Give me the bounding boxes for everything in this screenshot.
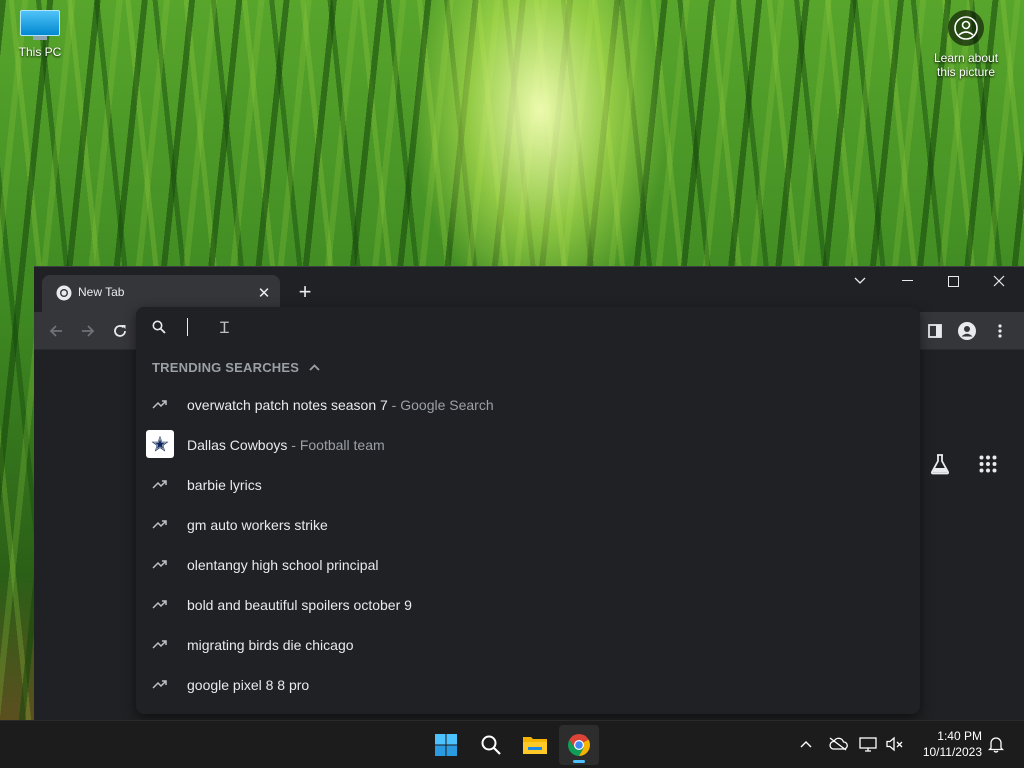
trending-icon — [146, 390, 174, 418]
chrome-menu-button[interactable] — [987, 318, 1013, 344]
trending-icon — [146, 550, 174, 578]
taskbar-search-button[interactable] — [471, 725, 511, 765]
taskbar: 1:40 PM 10/11/2023 — [0, 720, 1024, 768]
this-pc-desktop-icon[interactable]: This PC — [10, 10, 70, 59]
google-apps-button[interactable] — [974, 450, 1002, 478]
maximize-button[interactable] — [930, 267, 976, 295]
profile-avatar-icon — [958, 322, 976, 340]
suggestion-text: google pixel 8 8 pro — [187, 677, 310, 693]
profile-button[interactable] — [954, 318, 980, 344]
bell-icon — [988, 737, 1004, 753]
network-icon — [859, 737, 877, 752]
chrome-favicon-icon — [56, 285, 72, 301]
volume-muted-icon — [886, 736, 903, 752]
suggestion-text: Dallas Cowboys — [187, 437, 288, 453]
clock-time: 1:40 PM — [937, 729, 982, 743]
suggestion-text: olentangy high school principal — [187, 557, 379, 573]
arrow-right-icon — [82, 325, 95, 337]
suggestion-text: gm auto workers strike — [187, 517, 328, 533]
windows-logo-icon — [435, 734, 457, 756]
apps-grid-icon — [979, 455, 997, 473]
back-button[interactable] — [43, 318, 69, 344]
onedrive-button[interactable] — [827, 733, 849, 755]
side-panel-button[interactable] — [922, 318, 948, 344]
trending-icon — [146, 590, 174, 618]
tab-strip: New Tab ✕ + — [34, 267, 1024, 312]
omnibox-dropdown: Ɪ TRENDING SEARCHES overwatch patch note… — [136, 307, 920, 714]
clock[interactable]: 1:40 PM 10/11/2023 — [912, 728, 982, 760]
network-button[interactable] — [858, 733, 880, 755]
monitor-icon — [20, 10, 60, 40]
minimize-icon — [901, 280, 913, 281]
volume-button[interactable] — [884, 733, 906, 755]
close-window-button[interactable] — [976, 267, 1022, 295]
suggestion-row[interactable]: bold and beautiful spoilers october 9 — [136, 585, 920, 625]
maximize-icon — [947, 275, 959, 287]
trending-icon — [146, 470, 174, 498]
minimize-button[interactable] — [884, 267, 930, 295]
mouse-ibeam-cursor-icon: Ɪ — [220, 320, 229, 337]
close-icon — [993, 275, 1005, 287]
suggestion-row[interactable]: Dallas Cowboys - Football team — [136, 425, 920, 465]
address-bar-input[interactable] — [192, 315, 896, 341]
trending-icon — [146, 630, 174, 658]
start-button[interactable] — [426, 725, 466, 765]
suggestion-list: overwatch patch notes season 7 - Google … — [136, 385, 920, 705]
text-caret — [187, 318, 188, 336]
suggestion-row[interactable]: gm auto workers strike — [136, 505, 920, 545]
chevron-up-icon — [800, 741, 812, 748]
reload-icon — [114, 325, 126, 337]
folder-icon — [523, 737, 547, 754]
suggestion-row[interactable]: olentangy high school principal — [136, 545, 920, 585]
new-tab-button[interactable]: + — [292, 279, 318, 305]
chrome-icon — [568, 734, 590, 756]
learn-label-line1: Learn about — [933, 51, 999, 65]
trending-icon — [146, 670, 174, 698]
side-panel-icon — [928, 324, 942, 338]
reload-button[interactable] — [107, 318, 133, 344]
forward-button[interactable] — [75, 318, 101, 344]
omnibox[interactable]: Ɪ — [136, 307, 920, 347]
tab-search-button[interactable] — [837, 267, 883, 295]
clock-date: 10/11/2023 — [922, 745, 982, 759]
suggestion-description: - Football team — [287, 437, 385, 453]
tab-title: New Tab — [78, 285, 125, 299]
suggestion-text: bold and beautiful spoilers october 9 — [187, 597, 412, 613]
trending-icon — [146, 510, 174, 538]
chevron-down-icon — [854, 277, 866, 284]
learn-label-line2: this picture — [936, 65, 996, 79]
flask-icon — [930, 454, 950, 475]
chrome-taskbar-button[interactable] — [559, 725, 599, 765]
dallas-cowboys-logo — [146, 430, 174, 458]
notifications-button[interactable] — [985, 733, 1007, 755]
suggestion-text: migrating birds die chicago — [187, 637, 354, 653]
suggestion-description: - Google Search — [387, 397, 494, 413]
spotlight-icon — [948, 10, 984, 46]
tab-close-icon[interactable]: ✕ — [254, 283, 274, 303]
suggestion-row[interactable]: google pixel 8 8 pro — [136, 665, 920, 705]
suggestion-text: barbie lyrics — [187, 477, 262, 493]
trending-searches-label: TRENDING SEARCHES — [152, 359, 300, 375]
running-indicator — [573, 760, 585, 763]
learn-about-picture[interactable]: Learn about this picture — [916, 10, 1016, 79]
trending-searches-header[interactable]: TRENDING SEARCHES — [152, 359, 320, 375]
this-pc-label: This PC — [18, 45, 62, 59]
labs-button[interactable] — [926, 450, 954, 478]
chevron-up-icon[interactable] — [309, 363, 320, 371]
kebab-menu-icon — [998, 324, 1002, 338]
file-explorer-button[interactable] — [515, 725, 555, 765]
suggestion-row[interactable]: migrating birds die chicago — [136, 625, 920, 665]
show-hidden-icons-button[interactable] — [795, 733, 817, 755]
arrow-left-icon — [49, 325, 62, 337]
cloud-offline-icon — [829, 737, 848, 751]
search-icon — [481, 735, 501, 755]
search-icon — [152, 320, 166, 339]
suggestion-row[interactable]: barbie lyrics — [136, 465, 920, 505]
suggestion-text: overwatch patch notes season 7 — [187, 397, 388, 413]
suggestion-row[interactable]: overwatch patch notes season 7 - Google … — [136, 385, 920, 425]
